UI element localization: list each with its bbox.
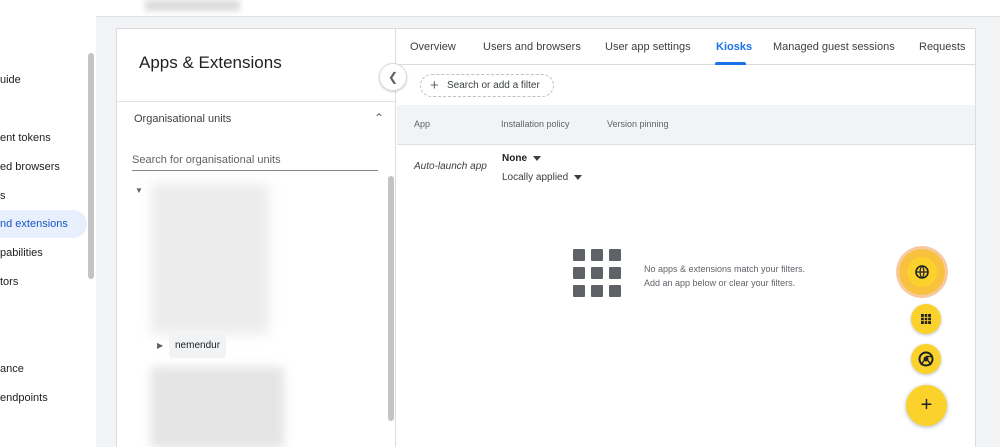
auto-launch-policy-value: None — [502, 153, 527, 164]
left-navigation: uide ent tokens ed browsers s nd extensi… — [0, 17, 96, 447]
tab-requests[interactable]: Requests — [919, 29, 965, 65]
locally-applied-select[interactable]: Locally applied — [502, 172, 583, 183]
tab-bar: Overview Users and browsers User app set… — [397, 29, 975, 65]
top-bar — [0, 0, 1000, 17]
page-title: Apps & Extensions — [139, 53, 282, 72]
table-header: App Installation policy Version pinning — [397, 105, 975, 145]
add-kiosk-app-button[interactable] — [911, 304, 941, 334]
add-filter-button[interactable]: + Search or add a filter — [420, 74, 554, 97]
apps-grid-icon — [921, 314, 931, 324]
tab-overview[interactable]: Overview — [410, 29, 456, 65]
column-header-installation-policy: Installation policy — [501, 119, 570, 129]
collapse-panel-button[interactable]: ❮ — [379, 63, 407, 91]
empty-state-line-1: No apps & extensions match your filters. — [644, 264, 806, 274]
empty-state-line-2: Add an app below or clear your filters. — [644, 278, 796, 288]
blurred-tree-content — [151, 367, 284, 447]
chrome-icon — [918, 351, 934, 367]
add-button[interactable]: + — [906, 385, 947, 426]
org-units-search-input[interactable] — [132, 149, 378, 171]
plus-icon: + — [430, 77, 439, 94]
add-chrome-app-button[interactable] — [911, 344, 941, 374]
add-filter-label: Search or add a filter — [447, 80, 540, 91]
chevron-up-icon[interactable]: ⌃ — [372, 111, 386, 125]
caret-down-icon — [574, 174, 583, 180]
caret-down-icon — [533, 155, 541, 161]
auto-launch-policy-select[interactable]: None — [502, 153, 541, 164]
nav-scrollbar[interactable] — [88, 53, 94, 279]
tree-node-nemendur[interactable]: nemendur — [169, 333, 227, 358]
column-header-version-pinning: Version pinning — [607, 119, 669, 129]
caret-right-icon[interactable]: ▶ — [157, 341, 163, 350]
column-header-app: App — [414, 119, 431, 129]
caret-down-icon[interactable]: ▼ — [135, 186, 143, 195]
top-bar-divider — [96, 16, 1000, 17]
nav-item-compliance[interactable]: ance — [0, 355, 24, 383]
empty-state-message: No apps & extensions match your filters.… — [644, 262, 805, 290]
nav-item-connectors[interactable]: tors — [0, 268, 18, 296]
nav-item-managed-browsers[interactable]: ed browsers — [0, 153, 60, 181]
fab-inner — [907, 257, 937, 287]
blurred-header-content — [145, 0, 240, 11]
auto-launch-app-label: Auto-launch app — [414, 161, 487, 172]
globe-icon — [915, 265, 929, 279]
nav-item-endpoints[interactable]: endpoints — [0, 384, 48, 412]
org-units-pane: Apps & Extensions Organisational units ⌃… — [117, 29, 396, 447]
tab-users-and-browsers[interactable]: Users and browsers — [483, 29, 581, 65]
blurred-tree-content — [151, 184, 269, 334]
chevron-left-icon: ❮ — [387, 70, 399, 84]
nav-item-apps-and-extensions[interactable]: nd extensions — [0, 210, 87, 238]
apps-pane: Overview Users and browsers User app set… — [397, 29, 975, 447]
nav-item-guide[interactable]: uide — [0, 66, 21, 94]
tab-managed-guest-sessions[interactable]: Managed guest sessions — [773, 29, 895, 65]
locally-applied-value: Locally applied — [502, 172, 569, 183]
tab-user-app-settings[interactable]: User app settings — [605, 29, 691, 65]
org-units-scrollbar[interactable] — [388, 176, 394, 421]
add-web-app-button[interactable] — [899, 249, 945, 295]
active-tab-indicator — [715, 62, 746, 65]
plus-icon: + — [920, 394, 933, 416]
nav-item-capabilities[interactable]: pabilities — [0, 239, 43, 267]
nav-item-enrolment-tokens[interactable]: ent tokens — [0, 124, 51, 152]
tab-kiosks[interactable]: Kiosks — [716, 29, 752, 65]
divider — [117, 101, 395, 102]
nav-item-s[interactable]: s — [0, 182, 6, 210]
org-units-heading: Organisational units — [134, 113, 232, 125]
main-card: Apps & Extensions Organisational units ⌃… — [116, 28, 976, 447]
apps-grid-icon — [573, 249, 621, 297]
